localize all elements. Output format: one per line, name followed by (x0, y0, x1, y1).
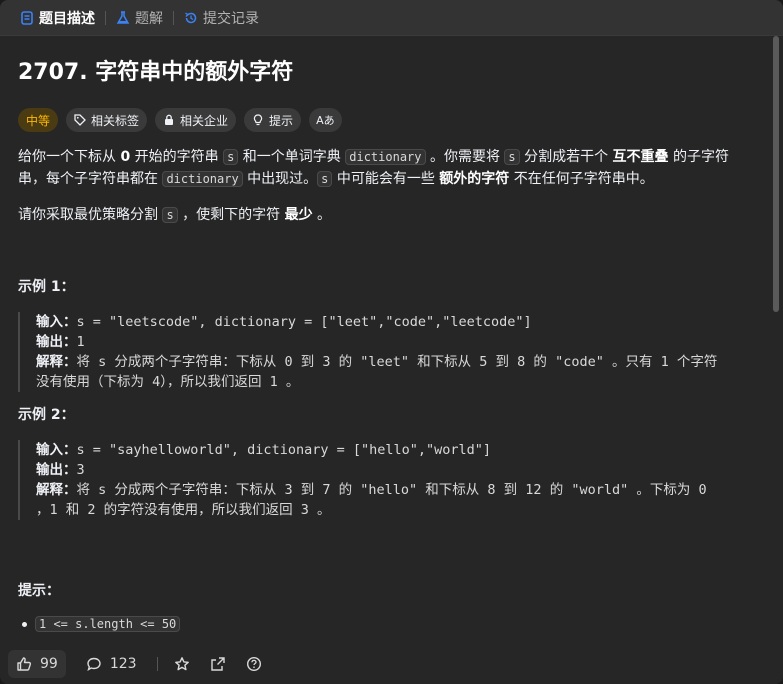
example-input: 输入：s = "sayhelloworld", dictionary = ["h… (36, 440, 751, 460)
lock-icon (163, 114, 175, 126)
like-button[interactable]: 99 (8, 650, 66, 678)
description-paragraph: 给你一个下标从 0 开始的字符串 s 和一个单词字典 dictionary 。你… (18, 146, 751, 190)
inline-code: s (162, 207, 178, 223)
inline-code: s (223, 149, 239, 165)
translate-button[interactable]: Aあ (309, 108, 342, 132)
hint-label: 提示 (269, 113, 294, 128)
tab-solutions-label: 题解 (135, 10, 163, 27)
example-explanation: 解释：将 s 分成两个子字符串：下标从 0 到 3 的 "leet" 和下标从 … (36, 352, 751, 372)
problem-title: 2707. 字符串中的额外字符 (18, 60, 294, 85)
favorite-button[interactable] (170, 652, 194, 676)
inline-code: s (504, 149, 520, 165)
question-icon (246, 656, 262, 672)
history-icon (184, 11, 198, 25)
share-icon (210, 656, 226, 672)
thumbs-up-icon (16, 656, 32, 672)
example-input: 输入：s = "leetscode", dictionary = ["leet"… (36, 312, 751, 332)
value: 将 s 分成两个子字符串：下标从 3 到 7 的 "hello" 和下标从 8 … (76, 482, 707, 498)
constraints-heading: 提示： (18, 583, 60, 599)
share-button[interactable] (206, 652, 230, 676)
lightbulb-icon (252, 114, 264, 126)
difficulty-badge[interactable]: 中等 (18, 108, 59, 132)
text: 给你一个下标从 (18, 149, 121, 165)
constraint-item: 1 <= s.length <= 50 (18, 616, 751, 632)
bullet (22, 621, 27, 627)
like-count: 99 (40, 656, 58, 672)
comment-icon (86, 656, 102, 672)
text: 中出现过。 (242, 171, 318, 187)
hint-button[interactable]: 提示 (244, 108, 302, 132)
example-explanation: 解释：将 s 分成两个子字符串：下标从 3 到 7 的 "hello" 和下标从… (36, 480, 751, 500)
tag-icon (74, 114, 86, 126)
value: 将 s 分成两个子字符串：下标从 0 到 3 的 "leet" 和下标从 5 到… (76, 354, 718, 370)
bold-text: 额外的字符 (439, 171, 510, 187)
bold-text: 0 (120, 149, 131, 165)
toolbar-divider (156, 657, 158, 671)
text: ，使剩下的字符 (177, 207, 285, 223)
related-tags-label: 相关标签 (91, 113, 140, 128)
tag-row: 中等 相关标签 相关企业 提示 Aあ (18, 108, 751, 132)
tab-description[interactable]: 题目描述 (14, 0, 101, 36)
example-heading: 示例 2： (18, 407, 75, 423)
related-tags-button[interactable]: 相关标签 (66, 108, 148, 132)
value: 3 (76, 462, 85, 478)
flask-icon (116, 10, 130, 25)
star-icon (174, 656, 190, 672)
example-explanation-cont: ，1 和 2 的字符没有使用，所以我们返回 3 。 (36, 502, 331, 518)
example-heading: 示例 1： (18, 279, 75, 295)
tab-bar: 题目描述 题解 提交记录 (0, 0, 783, 36)
value: 1 (76, 334, 85, 350)
tab-divider (173, 10, 174, 25)
description-paragraph: 请你采取最优策略分割 s ，使剩下的字符 最少 。 (18, 204, 751, 226)
problem-description: 给你一个下标从 0 开始的字符串 s 和一个单词字典 dictionary 。你… (18, 146, 751, 226)
example-block: 输入：s = "leetscode", dictionary = ["leet"… (18, 312, 751, 392)
bottom-toolbar: 99 123 (0, 644, 783, 684)
label: 输入： (36, 442, 77, 458)
text: 。 (312, 207, 332, 223)
inline-code: dictionary (345, 149, 426, 165)
label: 解释： (36, 482, 77, 498)
tab-submissions[interactable]: 提交记录 (178, 0, 265, 36)
text: 中可能会有一些 (332, 171, 440, 187)
comment-count: 123 (109, 656, 137, 672)
bold-text: 互不重叠 (612, 149, 669, 165)
example-output: 输出：3 (36, 460, 751, 480)
related-companies-label: 相关企业 (180, 113, 229, 128)
translate-icon: Aあ (316, 114, 335, 127)
value: s = "sayhelloworld", dictionary = ["hell… (76, 442, 492, 458)
text: 请你采取最优策略分割 (18, 207, 163, 223)
related-companies-button[interactable]: 相关企业 (155, 108, 237, 132)
text: 和一个单词字典 (238, 149, 346, 165)
tab-solutions[interactable]: 题解 (110, 0, 169, 36)
scrollbar[interactable] (773, 36, 779, 312)
label: 解释： (36, 354, 77, 370)
text: 。你需要将 (425, 149, 505, 165)
tab-divider (105, 10, 106, 25)
text: 分割成若干个 (519, 149, 613, 165)
text: 开始的字符串 (130, 149, 224, 165)
bold-text: 最少 (284, 207, 313, 223)
value: s = "leetscode", dictionary = ["leet","c… (76, 314, 532, 330)
comments-button[interactable]: 123 (78, 650, 145, 678)
document-icon (20, 10, 34, 25)
example-explanation-cont: 没有使用（下标为 4），所以我们返回 1 。 (36, 374, 300, 390)
problem-panel: 题目描述 题解 提交记录 2707. 字符串中的额外字符 中等 相关标签 相关企… (0, 0, 783, 684)
inline-code: s (317, 171, 333, 187)
help-button[interactable] (242, 652, 266, 676)
label: 输出： (36, 334, 77, 350)
problem-content: 2707. 字符串中的额外字符 中等 相关标签 相关企业 提示 Aあ 给你一个下… (0, 36, 769, 644)
tab-submissions-label: 提交记录 (203, 10, 259, 27)
text: 不在任何子字符串中。 (509, 171, 654, 187)
example-block: 输入：s = "sayhelloworld", dictionary = ["h… (18, 440, 751, 520)
inline-code: dictionary (162, 171, 243, 187)
example-output: 输出：1 (36, 332, 751, 352)
tab-description-label: 题目描述 (39, 10, 95, 27)
constraint-code: 1 <= s.length <= 50 (35, 616, 181, 632)
label: 输出： (36, 462, 77, 478)
label: 输入： (36, 314, 77, 330)
